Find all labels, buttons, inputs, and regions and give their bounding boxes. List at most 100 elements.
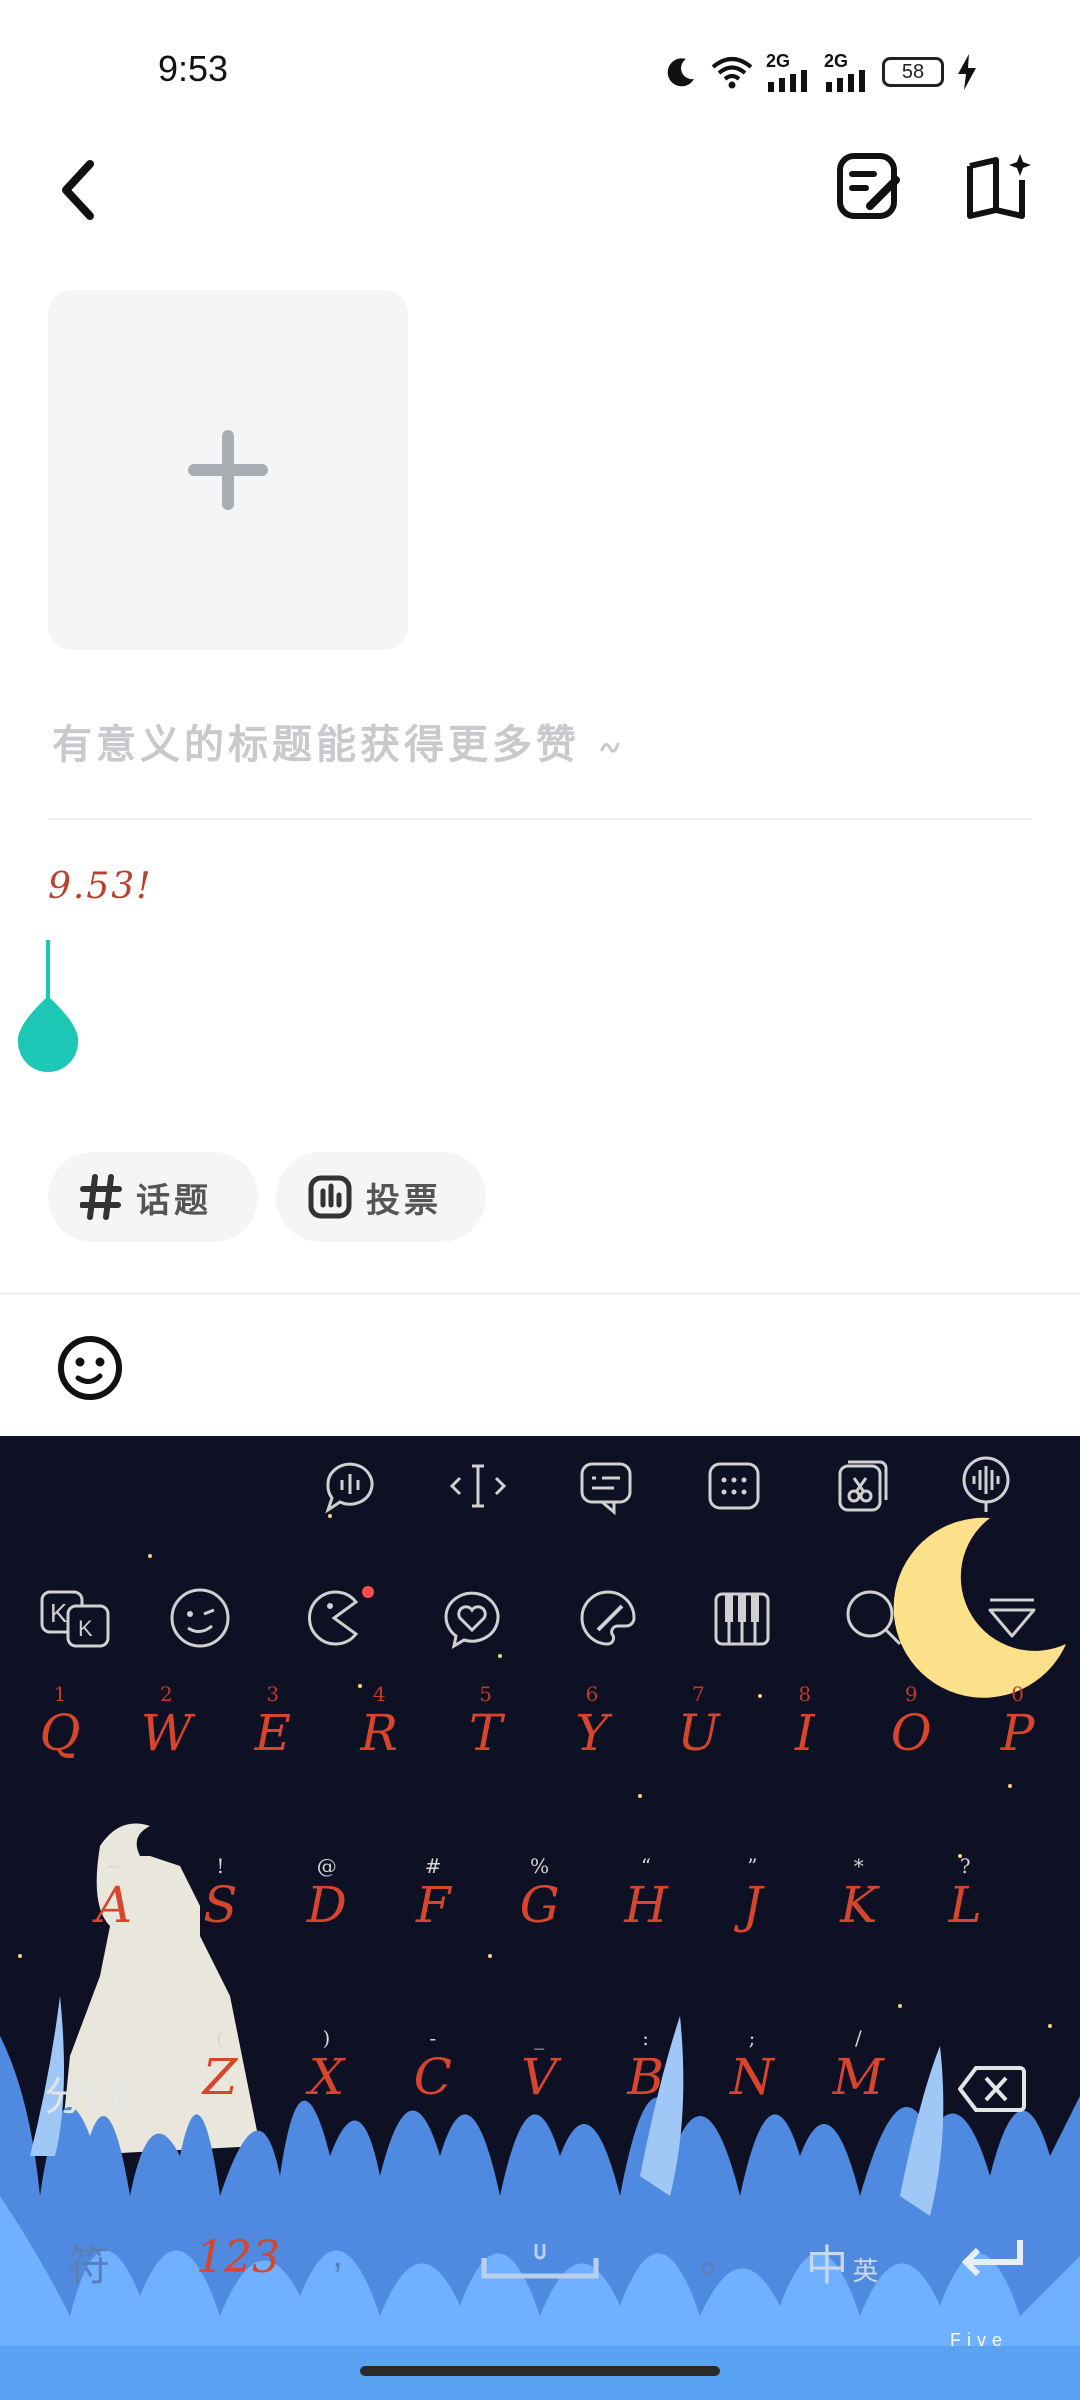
key-u[interactable]: 7U [646, 1682, 750, 1802]
key-hint: @ [316, 1854, 337, 1878]
key-letter: J [742, 1876, 763, 1934]
heart-bubble-icon[interactable] [440, 1586, 504, 1650]
key-hint: 6 [585, 1682, 599, 1706]
key-hint: % [530, 1854, 550, 1878]
key-d[interactable]: @ D [275, 1854, 379, 1974]
svg-text:K: K [50, 1598, 68, 1628]
cursor-move-icon[interactable] [446, 1454, 510, 1518]
symbol-key[interactable]: 符 [68, 2232, 110, 2293]
key-hint: ! [216, 1854, 225, 1878]
cursor-handle[interactable] [16, 940, 80, 1074]
key-letter: C [413, 2048, 452, 2106]
key-letter: D [306, 1876, 347, 1934]
key-hint: ” [747, 1854, 758, 1878]
key-y[interactable]: 6Y [540, 1682, 644, 1802]
key-letter: L [948, 1876, 982, 1934]
key-n[interactable]: ; N [700, 2026, 804, 2146]
key-letter: M [832, 2048, 884, 2106]
signal-2-label: 2G [824, 51, 849, 71]
topic-label: 话题 [136, 1181, 212, 1220]
key-hint: “ [640, 1854, 652, 1878]
lang-switch-key[interactable]: 中 英 [806, 2232, 878, 2293]
key-letter: R [360, 1704, 399, 1762]
key-f[interactable]: # F [381, 1854, 485, 1974]
key-i[interactable]: 8I [753, 1682, 857, 1802]
body-text-input[interactable]: 9.53! [48, 866, 153, 907]
key-j[interactable]: ” J [700, 1854, 804, 1974]
guide-book-button[interactable] [964, 150, 1038, 224]
keyboard-layout-icon[interactable] [702, 1454, 766, 1518]
key-hint: * [853, 1854, 864, 1878]
theme-palette-icon[interactable] [576, 1586, 640, 1650]
space-key[interactable] [480, 2236, 600, 2286]
vote-label: 投票 [366, 1181, 442, 1220]
key-hint: 5 [479, 1682, 492, 1706]
voice-bubble-icon[interactable] [318, 1454, 382, 1518]
key-q[interactable]: 1Q [8, 1682, 112, 1802]
keyboard: K K 1Q2W3E4R5T6Y7U8I9O0P ~ A! S @ D # F% G “H” J *… [0, 1436, 1080, 2400]
key-h[interactable]: “H [594, 1854, 698, 1974]
key-letter: G [519, 1876, 560, 1934]
key-hint: 1 [53, 1682, 67, 1706]
signal-1-label: 2G [766, 51, 791, 71]
key-e[interactable]: 3E [221, 1682, 325, 1802]
kk-icon[interactable]: K K [38, 1586, 114, 1650]
key-w[interactable]: 2W [114, 1682, 218, 1802]
clipboard-scissors-icon[interactable] [830, 1454, 894, 1518]
key-l[interactable]: ? L [913, 1854, 1017, 1974]
enter-key[interactable] [958, 2236, 1028, 2282]
text-bubble-icon[interactable] [574, 1454, 638, 1518]
key-c[interactable]: -C [381, 2026, 485, 2146]
key-hint: 4 [372, 1682, 386, 1706]
home-indicator[interactable] [360, 2366, 720, 2376]
key-letter: F [415, 1876, 451, 1934]
lang-label: 中 [806, 2242, 849, 2289]
backspace-key[interactable] [958, 2064, 1026, 2114]
key-letter: E [254, 1704, 292, 1762]
draft-edit-button[interactable] [834, 150, 908, 224]
wink-emoji-icon[interactable] [168, 1586, 232, 1650]
key-p[interactable]: 0P [966, 1682, 1070, 1802]
key-letter: W [140, 1704, 193, 1762]
key-x[interactable]: ) X [274, 2026, 378, 2146]
signal-2: 2G [824, 52, 870, 92]
back-button[interactable] [50, 150, 110, 230]
vote-chip[interactable]: 投票 [276, 1152, 486, 1242]
key-z[interactable]: (Z [168, 2026, 272, 2146]
emoji-button[interactable] [56, 1334, 124, 1402]
key-letter: Y [575, 1704, 609, 1762]
key-o[interactable]: 9O [859, 1682, 963, 1802]
key-letter: X [308, 2048, 345, 2106]
key-t[interactable]: 5T [434, 1682, 538, 1802]
key-s[interactable]: ! S [168, 1854, 272, 1974]
bottom-separator [0, 1292, 1080, 1295]
voice-input-icon[interactable] [954, 1452, 1018, 1516]
key-letter: H [624, 1876, 668, 1934]
key-letter: K [840, 1876, 878, 1934]
comma-key[interactable]: , [332, 2232, 343, 2277]
key-g[interactable]: % G [488, 1854, 592, 1974]
game-pacman-icon[interactable] [300, 1586, 376, 1650]
key-m[interactable]: / M [806, 2026, 910, 2146]
key-b[interactable]: :B [594, 2026, 698, 2146]
collapse-keyboard-icon[interactable] [980, 1586, 1044, 1650]
search-icon[interactable] [842, 1586, 906, 1650]
key-hint: ( [216, 2026, 224, 2050]
lang-sub: 英 [852, 2256, 879, 2286]
key-letter: Q [39, 1704, 81, 1762]
key-letter: O [890, 1704, 932, 1762]
num-key[interactable]: 123 [196, 2232, 280, 2283]
topic-chip[interactable]: 话题 [48, 1152, 258, 1242]
key-k[interactable]: * K [807, 1854, 911, 1974]
key-a[interactable]: ~ A [62, 1854, 166, 1974]
piano-icon[interactable] [710, 1586, 774, 1650]
key-r[interactable]: 4R [327, 1682, 431, 1802]
key-hint: 7 [692, 1682, 705, 1706]
title-input[interactable]: 有意义的标题能获得更多赞 [52, 712, 621, 770]
key-v[interactable]: _ V [487, 2026, 591, 2146]
period-key[interactable]: 。 [700, 2226, 740, 2284]
wifi-icon [711, 57, 753, 89]
add-image-button[interactable] [48, 290, 408, 650]
fenci-key[interactable]: 分词 [44, 2064, 124, 2122]
moon-icon [667, 58, 694, 87]
